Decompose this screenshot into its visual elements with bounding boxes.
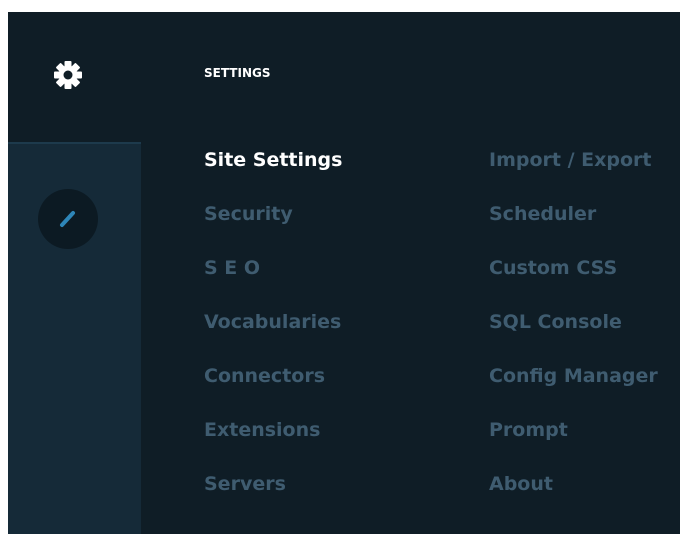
edit-button[interactable] <box>38 189 98 249</box>
menu-item-vocabularies[interactable]: Vocabularies <box>204 307 342 361</box>
menu-item-import-export[interactable]: Import / Export <box>489 145 658 199</box>
settings-panel: SETTINGS Site Settings Security S E O Vo… <box>141 12 680 534</box>
menu-item-connectors[interactable]: Connectors <box>204 361 342 415</box>
menu-item-scheduler[interactable]: Scheduler <box>489 199 658 253</box>
panel-title: SETTINGS <box>204 66 271 80</box>
settings-menu-frame: SETTINGS Site Settings Security S E O Vo… <box>8 12 680 534</box>
menu-item-site-settings[interactable]: Site Settings <box>204 145 342 199</box>
menu-item-extensions[interactable]: Extensions <box>204 415 342 469</box>
menu-item-about[interactable]: About <box>489 469 658 523</box>
menu-item-config-manager[interactable]: Config Manager <box>489 361 658 415</box>
menu-item-seo[interactable]: S E O <box>204 253 342 307</box>
menu-item-sql-console[interactable]: SQL Console <box>489 307 658 361</box>
menu-item-security[interactable]: Security <box>204 199 342 253</box>
menu-item-custom-css[interactable]: Custom CSS <box>489 253 658 307</box>
settings-menu-left-column: Site Settings Security S E O Vocabularie… <box>204 145 342 523</box>
sidebar-rail-header <box>8 12 141 144</box>
gear-icon[interactable] <box>53 60 83 90</box>
menu-item-prompt[interactable]: Prompt <box>489 415 658 469</box>
sidebar-rail <box>8 12 141 534</box>
settings-menu-right-column: Import / Export Scheduler Custom CSS SQL… <box>489 145 658 523</box>
pencil-icon <box>60 211 75 227</box>
menu-item-servers[interactable]: Servers <box>204 469 342 523</box>
